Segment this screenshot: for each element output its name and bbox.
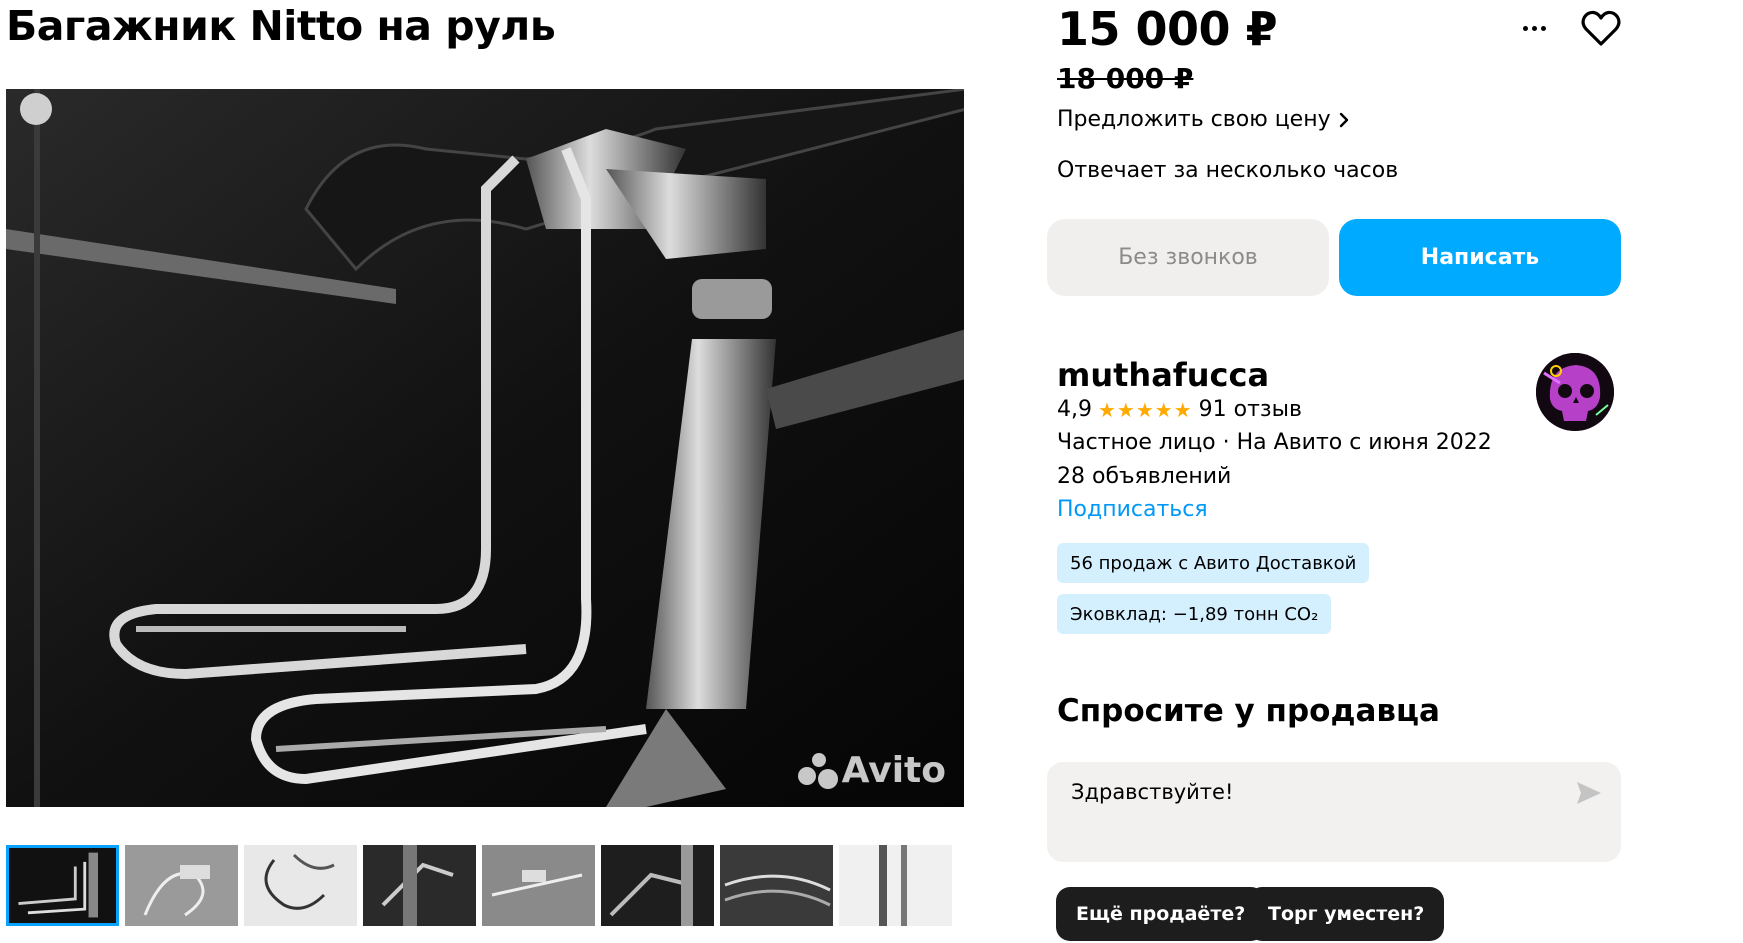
reply-time-info: Отвечает за несколько часов — [1057, 158, 1399, 183]
thumbnail-3[interactable] — [244, 845, 357, 926]
seller-name[interactable]: muthafucca — [1057, 356, 1269, 394]
old-price: 18 000 ₽ — [1057, 62, 1194, 95]
thumbnail-8[interactable] — [839, 845, 952, 926]
more-options-icon[interactable] — [1516, 10, 1552, 46]
message-input[interactable] — [1071, 780, 1551, 804]
seller-listings-count[interactable]: 28 объявлений — [1057, 464, 1231, 489]
thumbnail-4[interactable] — [363, 845, 476, 926]
chevron-right-icon — [1339, 112, 1348, 127]
avito-logo-icon — [797, 752, 838, 789]
quick-reply-negotiable[interactable]: Торг уместен? — [1248, 887, 1445, 941]
favorite-heart-icon[interactable] — [1580, 8, 1622, 50]
no-calls-button[interactable]: Без звонков — [1047, 219, 1329, 296]
offer-price-link[interactable]: Предложить свою цену — [1057, 107, 1349, 132]
avito-watermark: Avito — [797, 750, 946, 791]
thumbnail-1[interactable] — [6, 845, 119, 926]
product-photo-image — [6, 89, 964, 807]
listing-title: Багажник Nitto на руль — [6, 2, 556, 50]
quick-reply-still-selling[interactable]: Ещё продаёте? — [1056, 887, 1266, 941]
price: 15 000 ₽ — [1057, 2, 1278, 56]
thumbnail-strip — [6, 845, 952, 926]
thumbnail-2[interactable] — [125, 845, 238, 926]
skull-avatar-image — [1536, 353, 1614, 431]
message-box — [1047, 762, 1621, 862]
main-photo[interactable]: Avito — [6, 89, 964, 807]
thumbnail-6[interactable] — [601, 845, 714, 926]
rating-value: 4,9 — [1057, 397, 1092, 422]
eco-badge: Эковклад: −1,89 тонн CO₂ — [1057, 594, 1332, 634]
rating-stars-icon: ★★★★★ — [1098, 397, 1193, 422]
thumbnail-7[interactable] — [720, 845, 833, 926]
reviews-count: 91 отзыв — [1198, 397, 1302, 422]
thumbnail-5[interactable] — [482, 845, 595, 926]
subscribe-link[interactable]: Подписаться — [1057, 497, 1208, 522]
seller-avatar[interactable] — [1536, 353, 1614, 431]
seller-type: Частное лицо · На Авито с июня 2022 — [1057, 430, 1492, 455]
seller-rating[interactable]: 4,9 ★★★★★ 91 отзыв — [1057, 397, 1302, 422]
sales-badge: 56 продаж с Авито Доставкой — [1057, 543, 1370, 583]
send-icon[interactable] — [1575, 780, 1603, 806]
ask-seller-title: Спросите у продавца — [1057, 693, 1440, 729]
write-message-button[interactable]: Написать — [1339, 219, 1621, 296]
